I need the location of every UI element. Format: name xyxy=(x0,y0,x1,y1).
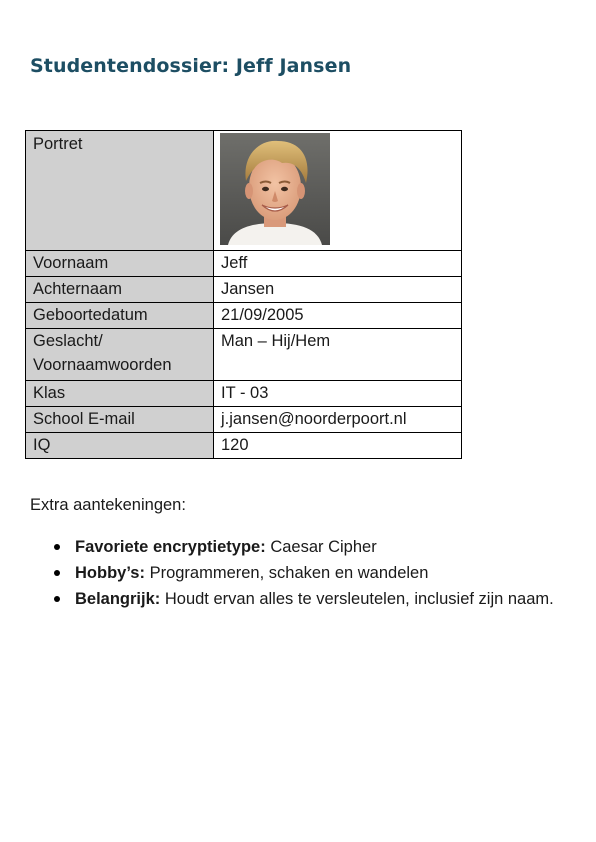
list-item: Hobby’s: Programmeren, schaken en wandel… xyxy=(50,560,585,586)
note-text: Houdt ervan alles te versleutelen, inclu… xyxy=(160,590,554,608)
field-label: Geboortedatum xyxy=(25,302,214,329)
field-label: Geslacht/ Voornaamwoorden xyxy=(25,328,214,381)
table-row: School E-mail j.jansen@noorderpoort.nl xyxy=(25,406,462,433)
class-value: IT - 03 xyxy=(213,380,462,407)
table-row: Portret xyxy=(25,130,462,251)
table-row: Geslacht/ Voornaamwoorden Man – Hij/Hem xyxy=(25,328,462,381)
iq-value: 120 xyxy=(213,432,462,459)
birthdate-value: 21/09/2005 xyxy=(213,302,462,329)
table-row: Voornaam Jeff xyxy=(25,250,462,277)
school-email-value: j.jansen@noorderpoort.nl xyxy=(213,406,462,433)
gender-pronouns-value: Man – Hij/Hem xyxy=(213,328,462,381)
table-row: Achternaam Jansen xyxy=(25,276,462,303)
note-text: Caesar Cipher xyxy=(265,538,377,556)
field-label: Voornaam xyxy=(25,250,214,277)
last-name-value: Jansen xyxy=(213,276,462,303)
portrait-label: Portret xyxy=(25,130,214,251)
table-row: Geboortedatum 21/09/2005 xyxy=(25,302,462,329)
table-row: IQ 120 xyxy=(25,432,462,459)
note-term: Favoriete encryptietype: xyxy=(75,538,266,556)
field-label: School E-mail xyxy=(25,406,214,433)
notes-list: Favoriete encryptietype: Caesar Cipher H… xyxy=(50,534,585,612)
field-label: Achternaam xyxy=(25,276,214,303)
first-name-value: Jeff xyxy=(213,250,462,277)
bullet-icon xyxy=(54,544,60,550)
bullet-icon xyxy=(54,570,60,576)
page-title: Studentendossier: Jeff Jansen xyxy=(30,55,352,77)
portrait-cell xyxy=(213,130,462,251)
notes-heading: Extra aantekeningen: xyxy=(30,496,186,514)
list-item: Belangrijk: Houdt ervan alles te versleu… xyxy=(50,586,585,612)
note-text: Programmeren, schaken en wandelen xyxy=(144,564,429,582)
note-term: Hobby’s: xyxy=(75,564,145,582)
field-label: IQ xyxy=(25,432,214,459)
note-term: Belangrijk: xyxy=(75,590,161,608)
bullet-icon xyxy=(54,596,60,602)
field-label: Klas xyxy=(25,380,214,407)
portrait-photo xyxy=(220,133,330,245)
student-record-table: Portret Voornaam Jeff Achternaam Jansen … xyxy=(25,130,462,459)
list-item: Favoriete encryptietype: Caesar Cipher xyxy=(50,534,585,560)
table-row: Klas IT - 03 xyxy=(25,380,462,407)
